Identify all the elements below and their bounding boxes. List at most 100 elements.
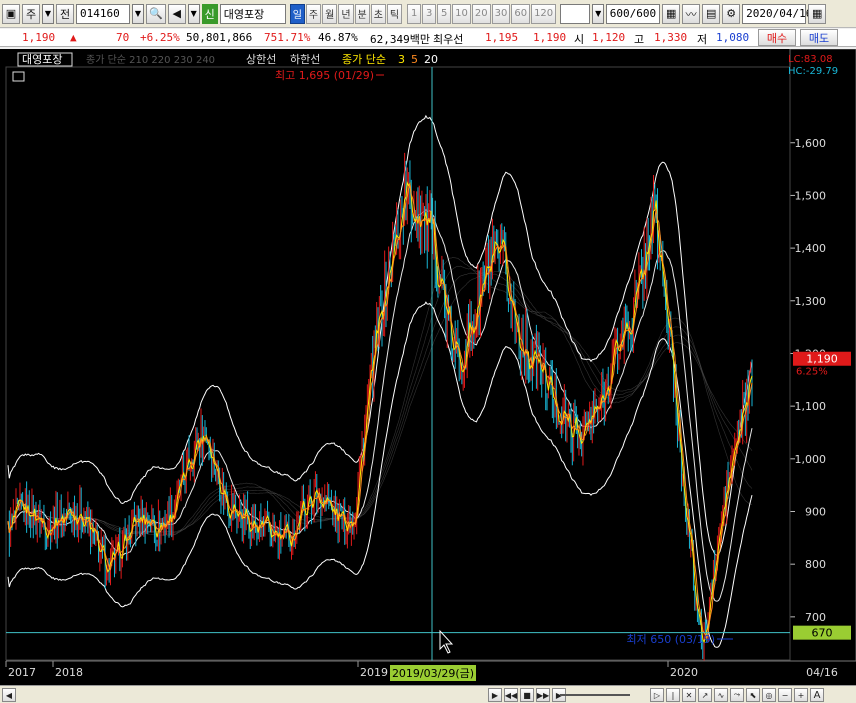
legend-limit-up: 상한선	[246, 53, 276, 66]
long-ma-line-240	[7, 271, 753, 533]
chart-canvas[interactable]: 7008009001,0001,1001,2001,3001,4001,5001…	[0, 49, 856, 685]
search-icon[interactable]: 🔍	[146, 3, 166, 24]
ma3-line	[7, 181, 753, 644]
cursor-icon[interactable]: ⬉	[746, 688, 760, 702]
wave-icon[interactable]: ∿	[714, 688, 728, 702]
code-dropdown-icon[interactable]: ▼	[132, 3, 144, 24]
chart-toolbar: ▣ 주 ▼ 전 014160 ▼ 🔍 ◀ ▼ 신 대영포장 일주월년분초틱 13…	[0, 0, 856, 28]
period-tab-2[interactable]: 월	[322, 3, 338, 24]
interval-tab-30[interactable]: 30	[491, 3, 511, 24]
volume: 50,801,866	[186, 31, 253, 44]
bar-count-value: 600	[609, 7, 630, 20]
trend-icon[interactable]: ↗	[698, 688, 712, 702]
period-tab-4[interactable]: 분	[354, 3, 370, 24]
step-forward-icon[interactable]: ▶▶	[536, 688, 550, 702]
magnet-icon[interactable]: ⤳	[730, 688, 744, 702]
price-tick-label-1400: 1,400	[795, 242, 827, 255]
type-dropdown-icon[interactable]: ▼	[42, 3, 54, 24]
step-back-icon[interactable]: ◀◀	[504, 688, 518, 702]
price-tick-label-900: 900	[805, 506, 826, 519]
window-icon[interactable]: ▣	[2, 3, 20, 24]
open-price: 1,120	[592, 31, 626, 44]
best-bid: 1,195	[485, 31, 519, 44]
priority-label: 최우선	[433, 33, 464, 46]
crosshair-icon[interactable]: ✕	[682, 688, 696, 702]
gear-icon[interactable]: ⚙	[722, 3, 741, 24]
zoom-slider[interactable]	[560, 694, 630, 696]
lc-label: LC:83.08	[788, 54, 833, 65]
sell-button[interactable]: 매도	[800, 29, 838, 46]
save-icon[interactable]: ▤	[702, 3, 721, 24]
price-tick-label-800: 800	[805, 558, 826, 571]
long-ma-line-210	[7, 257, 753, 537]
sound-icon[interactable]: ◀	[167, 3, 186, 24]
price-tick-label-1000: 1,000	[795, 453, 827, 466]
x-tick-label-2017: 2017	[8, 666, 36, 679]
price-tick-label-1100: 1,100	[795, 400, 827, 413]
last-pct-label: 6.25%	[796, 367, 828, 378]
table-grid-icon[interactable]	[12, 71, 25, 82]
stock-code-input[interactable]: 014160	[76, 3, 130, 24]
interval-tab-10[interactable]: 10	[452, 3, 471, 24]
zoom-in-icon[interactable]: ▷	[650, 688, 664, 702]
crosshair-date-label: 2019/03/29(금)	[392, 667, 474, 680]
chart-type-icon[interactable]: 〰	[682, 3, 701, 24]
last-price-label: 1,190	[806, 353, 838, 366]
current-price: 1,190	[22, 31, 56, 44]
open-label: 시	[574, 33, 585, 46]
date-input[interactable]: 2020/04/16	[742, 3, 812, 24]
bar-count-input[interactable]: 600/600	[606, 3, 661, 24]
market-select[interactable]: 전	[56, 3, 74, 24]
text-tool-icon[interactable]: A	[810, 688, 824, 702]
interval-tab-5[interactable]: 5	[437, 3, 452, 24]
interval-tab-1[interactable]: 1	[407, 3, 422, 24]
sound-dropdown-icon[interactable]: ▼	[187, 3, 200, 24]
legend-name: 대영포장	[22, 53, 62, 66]
price-chart[interactable]: 7008009001,0001,1001,2001,3001,4001,5001…	[0, 49, 856, 685]
turnover: 46.87%	[318, 31, 358, 44]
scroll-right-icon[interactable]: ▶	[488, 688, 502, 702]
x-tick-label-2018: 2018	[55, 666, 83, 679]
hc-label: HC:-29.79	[788, 66, 838, 77]
interval-tab-60[interactable]: 60	[511, 3, 531, 24]
price-tick-label-1500: 1,500	[795, 189, 827, 202]
legend-short-ma-prefix: 종가 단순	[342, 53, 386, 66]
up-arrow-icon: ▲	[70, 31, 77, 44]
type-select[interactable]: 주	[22, 3, 40, 24]
interval-dropdown-icon[interactable]: ▼	[592, 3, 605, 24]
legend-ma5: 5	[411, 53, 418, 66]
legend-limit-down: 하한선	[290, 52, 320, 66]
trade-amount: 62,349백만	[370, 33, 430, 46]
interval-tab-20[interactable]: 20	[471, 3, 491, 24]
grid-icon[interactable]: ▦	[662, 3, 681, 24]
period-tab-1[interactable]: 주	[305, 3, 322, 24]
period-tab-3[interactable]: 년	[338, 3, 354, 24]
period-tab-6[interactable]: 틱	[386, 3, 403, 24]
plot-frame	[5, 66, 791, 661]
legend-long-ma: 종가 단순 210 220 230 240	[86, 54, 215, 66]
interval-tab-3[interactable]: 3	[422, 3, 437, 24]
scroll-bar[interactable]: ◀ ▶ ◀◀ ■ ▶▶ ▶ ▷ | ✕ ↗ ∿ ⤳ ⬉ ◎ − + A	[0, 685, 856, 703]
calendar-icon[interactable]: ▦	[808, 3, 827, 24]
buy-button[interactable]: 매수	[758, 29, 796, 46]
spacer-field	[560, 3, 591, 24]
x-tick-label-2019: 2019	[360, 666, 388, 679]
fit-icon[interactable]: |	[666, 688, 680, 702]
upper-band-line	[7, 114, 753, 556]
period-tab-0[interactable]: 일	[289, 3, 305, 24]
link-icon[interactable]: ◎	[762, 688, 776, 702]
low-annotation: 최저 650 (03/19)	[626, 633, 715, 646]
decrease-font-icon[interactable]: −	[778, 688, 792, 702]
price-change: 70	[116, 31, 130, 44]
high-label: 고	[634, 33, 645, 46]
stock-name-field: 대영포장	[219, 3, 286, 24]
interval-tab-120[interactable]: 120	[531, 3, 557, 24]
period-tab-5[interactable]: 초	[370, 3, 386, 24]
price-tick-label-1600: 1,600	[795, 137, 827, 150]
scroll-left-icon[interactable]: ◀	[2, 688, 16, 702]
stop-icon[interactable]: ■	[520, 688, 534, 702]
increase-font-icon[interactable]: +	[794, 688, 808, 702]
mouse-cursor-icon	[439, 629, 454, 654]
x-tick-label-2020: 2020	[670, 666, 698, 679]
legend-ma3: 3	[398, 53, 405, 66]
